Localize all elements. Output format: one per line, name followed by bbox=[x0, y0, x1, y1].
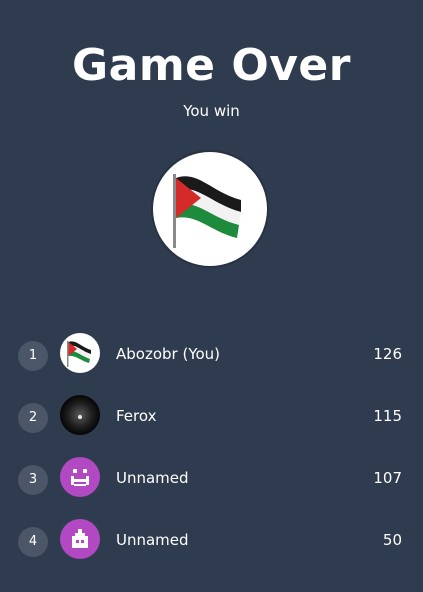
leaderboard-row: 3 Unnamed 107 bbox=[18, 455, 404, 517]
palestine-flag-icon bbox=[67, 341, 91, 367]
pixel-face-avatar-icon bbox=[71, 469, 89, 486]
palestine-flag-icon bbox=[173, 174, 241, 248]
result-subtitle: You win bbox=[183, 102, 240, 120]
player-score: 115 bbox=[373, 407, 402, 425]
rank-badge: 1 bbox=[18, 341, 48, 371]
game-over-panel: Game Over You win 1 Abozobr (You) 126 2 … bbox=[0, 0, 423, 592]
player-avatar bbox=[60, 333, 100, 373]
player-score: 126 bbox=[373, 345, 402, 363]
pixel-robot-avatar-icon bbox=[72, 529, 88, 548]
rank-badge: 3 bbox=[18, 465, 48, 495]
player-name: Unnamed bbox=[116, 531, 189, 549]
player-name: Ferox bbox=[116, 407, 157, 425]
winner-avatar bbox=[153, 152, 267, 266]
leaderboard-row: 1 Abozobr (You) 126 bbox=[18, 331, 404, 393]
player-name: Abozobr (You) bbox=[116, 345, 221, 363]
player-score: 50 bbox=[382, 531, 402, 549]
leaderboard-row: 2 Ferox 115 bbox=[18, 393, 404, 455]
leaderboard-row: 4 Unnamed 50 bbox=[18, 517, 404, 579]
dark-sphere-avatar-icon bbox=[60, 395, 100, 435]
player-score: 107 bbox=[373, 469, 402, 487]
player-avatar bbox=[60, 519, 100, 559]
player-name: Unnamed bbox=[116, 469, 189, 487]
leaderboard: 1 Abozobr (You) 126 2 Ferox 115 3 Unname… bbox=[18, 331, 404, 579]
player-avatar bbox=[60, 457, 100, 497]
game-over-title: Game Over bbox=[72, 40, 351, 91]
player-avatar bbox=[60, 395, 100, 435]
rank-badge: 2 bbox=[18, 403, 48, 433]
rank-badge: 4 bbox=[18, 527, 48, 557]
